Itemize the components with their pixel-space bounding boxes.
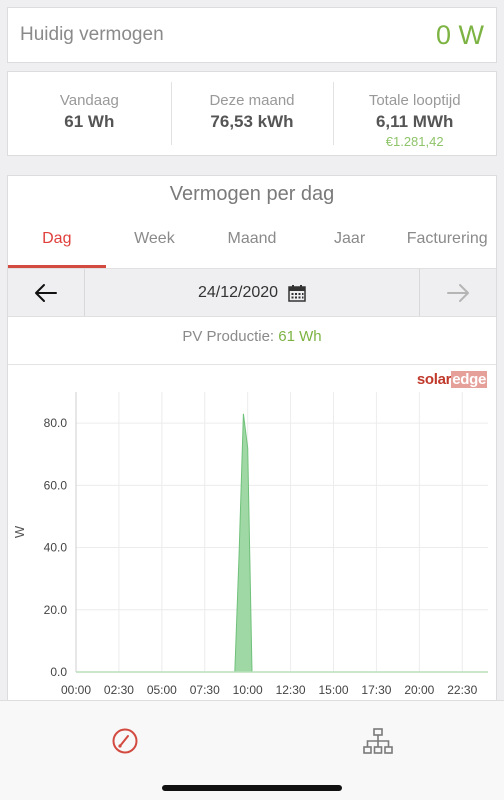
- tab-week[interactable]: Week: [106, 216, 204, 266]
- stat-title: Deze maand: [209, 92, 295, 109]
- current-power-label: Huidig vermogen: [20, 24, 164, 45]
- stat-title: Vandaag: [59, 92, 119, 109]
- stat-title: Totale looptijd: [368, 92, 461, 109]
- x-tick-label: 10:00: [233, 683, 263, 697]
- dashboard-tab-button[interactable]: [105, 723, 145, 759]
- gauge-icon: [112, 728, 138, 754]
- logo-edge-text: edge: [451, 371, 487, 388]
- x-tick-label: 20:00: [404, 683, 434, 697]
- stat-today: Vandaag 61 Wh: [8, 72, 171, 155]
- stat-lifetime: Totale looptijd 6,11 MWh €1.281,42: [333, 72, 496, 155]
- period-tabs: Dag Week Maand Jaar Facturering: [8, 216, 496, 268]
- date-picker[interactable]: 24/12/2020: [85, 269, 419, 316]
- date-navigator: 24/12/2020: [8, 268, 496, 317]
- site-layout-tab-button[interactable]: [358, 723, 398, 759]
- next-day-button[interactable]: [419, 269, 496, 316]
- calendar-icon[interactable]: [288, 284, 306, 302]
- x-tick-label: 22:30: [447, 683, 477, 697]
- x-tick-label: 07:30: [190, 683, 220, 697]
- x-tick-label: 17:30: [361, 683, 391, 697]
- tab-month[interactable]: Maand: [203, 216, 301, 266]
- tab-day[interactable]: Dag: [8, 216, 106, 268]
- y-tick-label: 40.0: [44, 541, 68, 555]
- y-tick-label: 0.0: [50, 665, 67, 679]
- stat-value: 6,11 MWh: [375, 112, 454, 131]
- current-power-card: Huidig vermogen 0 W: [7, 7, 497, 63]
- arrow-left-icon: [35, 283, 57, 302]
- stat-value: 61 Wh: [64, 112, 115, 131]
- stat-revenue: €1.281,42: [385, 134, 444, 149]
- tab-billing[interactable]: Facturering: [398, 216, 496, 266]
- y-tick-label: 20.0: [44, 603, 68, 617]
- site-layout-icon: [363, 728, 393, 754]
- previous-day-button[interactable]: [8, 269, 85, 316]
- pv-production-summary: PV Productie: 61 Wh: [8, 317, 496, 365]
- y-axis-label: W: [12, 525, 27, 538]
- pv-production-value: 61 Wh: [278, 328, 322, 345]
- power-chart-svg: 0.0 20.0 40.0 60.0 80.0 00:00 02:30 05:00 07:30 1…: [12, 392, 488, 697]
- pv-production-label: PV Productie:: [182, 328, 275, 345]
- selected-date: 24/12/2020: [197, 283, 279, 301]
- x-tick-label: 05:00: [147, 683, 177, 697]
- arrow-right-icon: [447, 283, 469, 302]
- x-tick-label: 15:00: [318, 683, 348, 697]
- logo-solar-text: solar: [416, 371, 452, 388]
- y-tick-label: 60.0: [44, 478, 68, 492]
- solaredge-logo: solaredge: [417, 371, 487, 388]
- x-tick-label: 12:30: [276, 683, 306, 697]
- stat-this-month: Deze maand 76,53 kWh: [170, 72, 334, 155]
- energy-stats-card: Vandaag 61 Wh Deze maand 76,53 kWh Total…: [7, 71, 497, 156]
- home-indicator: [162, 785, 342, 791]
- power-chart: solaredge 0.0 20.0 40.0 60.0 80.0 00:00 02:30 0…: [8, 365, 496, 714]
- chart-card-title: Vermogen per dag: [169, 183, 335, 205]
- power-chart-card: Vermogen per dag Dag Week Maand Jaar Fac…: [7, 175, 497, 715]
- power-area-series: [76, 413, 488, 673]
- x-tick-label: 00:00: [61, 683, 91, 697]
- x-tick-label: 02:30: [104, 683, 134, 697]
- stat-value: 76,53 kWh: [210, 112, 294, 131]
- current-power-value: 0 W: [435, 19, 484, 50]
- y-tick-label: 80.0: [44, 416, 68, 430]
- tab-year[interactable]: Jaar: [301, 216, 399, 266]
